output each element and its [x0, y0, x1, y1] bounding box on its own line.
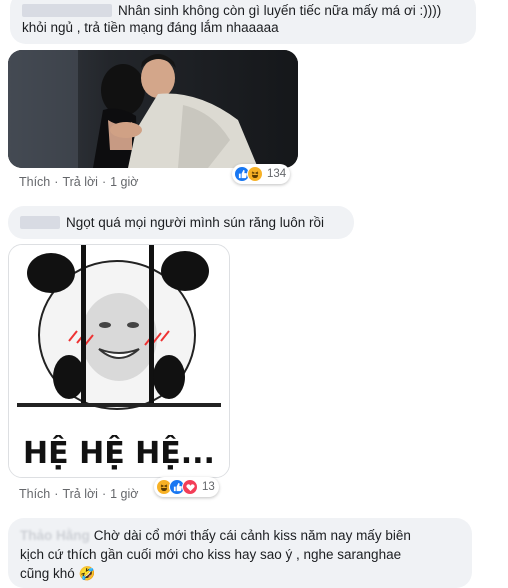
author-name[interactable]: Thảo Hằng	[20, 528, 90, 543]
comment-bubble: Thảo Hằng Chờ dài cổ mới thấy cái cảnh ki…	[8, 518, 472, 588]
comment-bubble: Ngọt quá mọi người mình sún răng luôn rồ…	[8, 206, 354, 239]
comment-image-panda-meme[interactable]: HỆ HỆ HỆ...	[8, 244, 230, 478]
reaction-count: 13	[202, 481, 215, 493]
like-button[interactable]: Thích	[19, 487, 50, 501]
kiss-scene-picture	[8, 50, 298, 168]
author-name-blurred[interactable]	[22, 4, 112, 17]
comment-text: Nhân sinh không còn gì luyến tiếc nữa mấ…	[118, 3, 442, 18]
reply-button[interactable]: Trả lời	[62, 175, 98, 189]
reply-button[interactable]: Trả lời	[62, 487, 98, 501]
comment-text: Chờ dài cổ mới thấy cái cảnh kiss năm na…	[93, 528, 411, 543]
comment-text: cũng khó 🤣	[20, 566, 96, 581]
comment-text: kịch cứ thích gần cuối mới cho kiss hay …	[20, 547, 402, 562]
comment-actions: Thích · Trả lời · 1 giờ	[19, 175, 139, 189]
like-button[interactable]: Thích	[19, 175, 50, 189]
comment-bubble: Nhân sinh không còn gì luyến tiếc nữa mấ…	[10, 0, 476, 44]
haha-icon	[247, 166, 263, 182]
love-icon	[182, 479, 198, 495]
timestamp[interactable]: 1 giờ	[110, 175, 138, 189]
comment-text: Ngọt quá mọi người mình sún răng luôn rồ…	[66, 215, 325, 230]
author-name-blurred[interactable]	[20, 216, 60, 229]
reaction-count: 134	[267, 168, 287, 180]
timestamp[interactable]: 1 giờ	[110, 487, 138, 501]
meme-caption: HỆ HỆ HỆ...	[23, 434, 215, 471]
comment-image-kiss-scene[interactable]	[8, 50, 298, 168]
comment-text: khỏi ngủ , trả tiền mạng đáng lắm nhaaaa…	[22, 20, 279, 35]
comment-actions: Thích · Trả lời · 1 giờ	[19, 487, 139, 501]
reaction-summary[interactable]: 13	[154, 477, 219, 497]
panda-meme-picture: HỆ HỆ HỆ...	[9, 245, 229, 477]
reaction-summary[interactable]: 134	[232, 164, 291, 184]
